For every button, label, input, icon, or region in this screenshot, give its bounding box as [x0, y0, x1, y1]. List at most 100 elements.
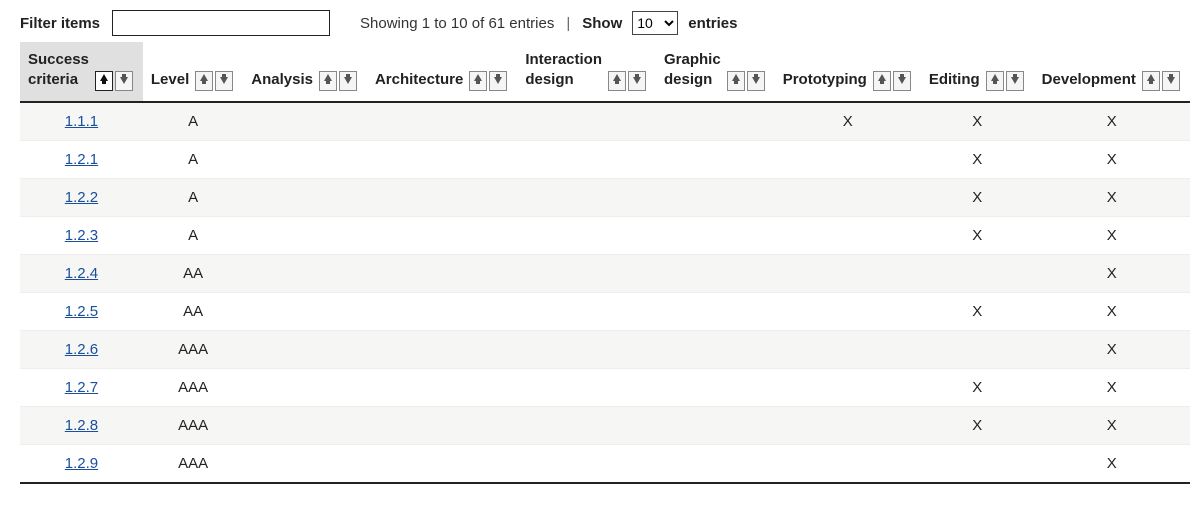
sort-desc-button[interactable] — [115, 71, 133, 91]
level-cell: AAA — [143, 406, 243, 444]
mark-cell — [656, 178, 775, 216]
criteria-link[interactable]: 1.1.1 — [65, 113, 98, 130]
sort-buttons — [986, 71, 1024, 91]
criteria-cell: 1.2.2 — [20, 178, 143, 216]
mark-cell: X — [921, 406, 1034, 444]
arrow-up-icon — [877, 73, 887, 88]
column-header-editing: Editing — [921, 42, 1034, 102]
mark-cell — [367, 368, 517, 406]
mark-cell — [243, 216, 367, 254]
column-header-architecture: Architecture — [367, 42, 517, 102]
criteria-link[interactable]: 1.2.1 — [65, 151, 98, 168]
sort-buttons — [873, 71, 911, 91]
table-row: 1.2.3AXX — [20, 216, 1190, 254]
table-row: 1.2.1AXX — [20, 140, 1190, 178]
criteria-cell: 1.2.8 — [20, 406, 143, 444]
column-header-label: Interaction design — [525, 50, 602, 91]
level-cell: A — [143, 102, 243, 141]
table-body: 1.1.1AXXX1.2.1AXX1.2.2AXX1.2.3AXX1.2.4AA… — [20, 102, 1190, 483]
mark-cell — [656, 368, 775, 406]
mark-cell — [921, 330, 1034, 368]
criteria-link[interactable]: 1.2.8 — [65, 417, 98, 434]
mark-cell: X — [1034, 102, 1190, 141]
mark-cell — [243, 444, 367, 483]
criteria-link[interactable]: 1.2.9 — [65, 455, 98, 472]
sort-desc-button[interactable] — [215, 71, 233, 91]
sort-asc-button[interactable] — [986, 71, 1004, 91]
criteria-link[interactable]: 1.2.4 — [65, 265, 98, 282]
criteria-link[interactable]: 1.2.5 — [65, 303, 98, 320]
mark-cell — [243, 406, 367, 444]
mark-cell — [243, 368, 367, 406]
filter-input[interactable] — [112, 10, 330, 36]
sort-asc-button[interactable] — [95, 71, 113, 91]
sort-asc-button[interactable] — [1142, 71, 1160, 91]
criteria-link[interactable]: 1.2.7 — [65, 379, 98, 396]
sort-desc-button[interactable] — [489, 71, 507, 91]
sort-asc-button[interactable] — [319, 71, 337, 91]
arrow-down-icon — [1166, 73, 1176, 88]
sort-asc-button[interactable] — [873, 71, 891, 91]
arrow-up-icon — [199, 73, 209, 88]
mark-cell — [656, 140, 775, 178]
mark-cell: X — [921, 292, 1034, 330]
mark-cell: X — [1034, 216, 1190, 254]
criteria-cell: 1.1.1 — [20, 102, 143, 141]
sort-desc-button[interactable] — [339, 71, 357, 91]
mark-cell: X — [921, 140, 1034, 178]
mark-cell — [656, 102, 775, 141]
level-cell: A — [143, 178, 243, 216]
mark-cell — [243, 178, 367, 216]
sort-asc-button[interactable] — [608, 71, 626, 91]
mark-cell — [367, 140, 517, 178]
sort-desc-button[interactable] — [747, 71, 765, 91]
mark-cell — [517, 368, 656, 406]
sort-desc-button[interactable] — [893, 71, 911, 91]
mark-cell: X — [1034, 330, 1190, 368]
mark-cell — [367, 330, 517, 368]
arrow-down-icon — [219, 73, 229, 88]
criteria-cell: 1.2.5 — [20, 292, 143, 330]
sort-asc-button[interactable] — [195, 71, 213, 91]
arrow-up-icon — [731, 73, 741, 88]
criteria-link[interactable]: 1.2.6 — [65, 341, 98, 358]
criteria-link[interactable]: 1.2.2 — [65, 189, 98, 206]
table-row: 1.2.9AAAX — [20, 444, 1190, 483]
mark-cell — [517, 254, 656, 292]
entries-select[interactable]: 102550100 — [632, 11, 678, 35]
sort-asc-button[interactable] — [469, 71, 487, 91]
arrow-down-icon — [1010, 73, 1020, 88]
criteria-link[interactable]: 1.2.3 — [65, 227, 98, 244]
sort-asc-button[interactable] — [727, 71, 745, 91]
mark-cell — [243, 292, 367, 330]
sort-desc-button[interactable] — [628, 71, 646, 91]
mark-cell — [656, 292, 775, 330]
criteria-cell: 1.2.7 — [20, 368, 143, 406]
arrow-down-icon — [897, 73, 907, 88]
level-cell: AA — [143, 254, 243, 292]
sort-desc-button[interactable] — [1006, 71, 1024, 91]
mark-cell — [367, 406, 517, 444]
mark-cell — [517, 102, 656, 141]
sort-buttons — [608, 71, 646, 91]
sort-desc-button[interactable] — [1162, 71, 1180, 91]
mark-cell — [517, 330, 656, 368]
arrow-down-icon — [343, 73, 353, 88]
mark-cell — [517, 292, 656, 330]
sort-buttons — [727, 71, 765, 91]
mark-cell: X — [921, 178, 1034, 216]
column-header-analysis: Analysis — [243, 42, 367, 102]
mark-cell — [517, 178, 656, 216]
mark-cell — [367, 292, 517, 330]
arrow-down-icon — [493, 73, 503, 88]
mark-cell — [921, 444, 1034, 483]
column-header-label: Architecture — [375, 70, 463, 90]
column-header-label: Success criteria — [28, 50, 89, 91]
arrow-up-icon — [473, 73, 483, 88]
mark-cell: X — [1034, 140, 1190, 178]
column-header-label: Graphic design — [664, 50, 721, 91]
arrow-down-icon — [119, 73, 129, 88]
column-header-graphic-design: Graphic design — [656, 42, 775, 102]
criteria-cell: 1.2.4 — [20, 254, 143, 292]
mark-cell — [367, 216, 517, 254]
